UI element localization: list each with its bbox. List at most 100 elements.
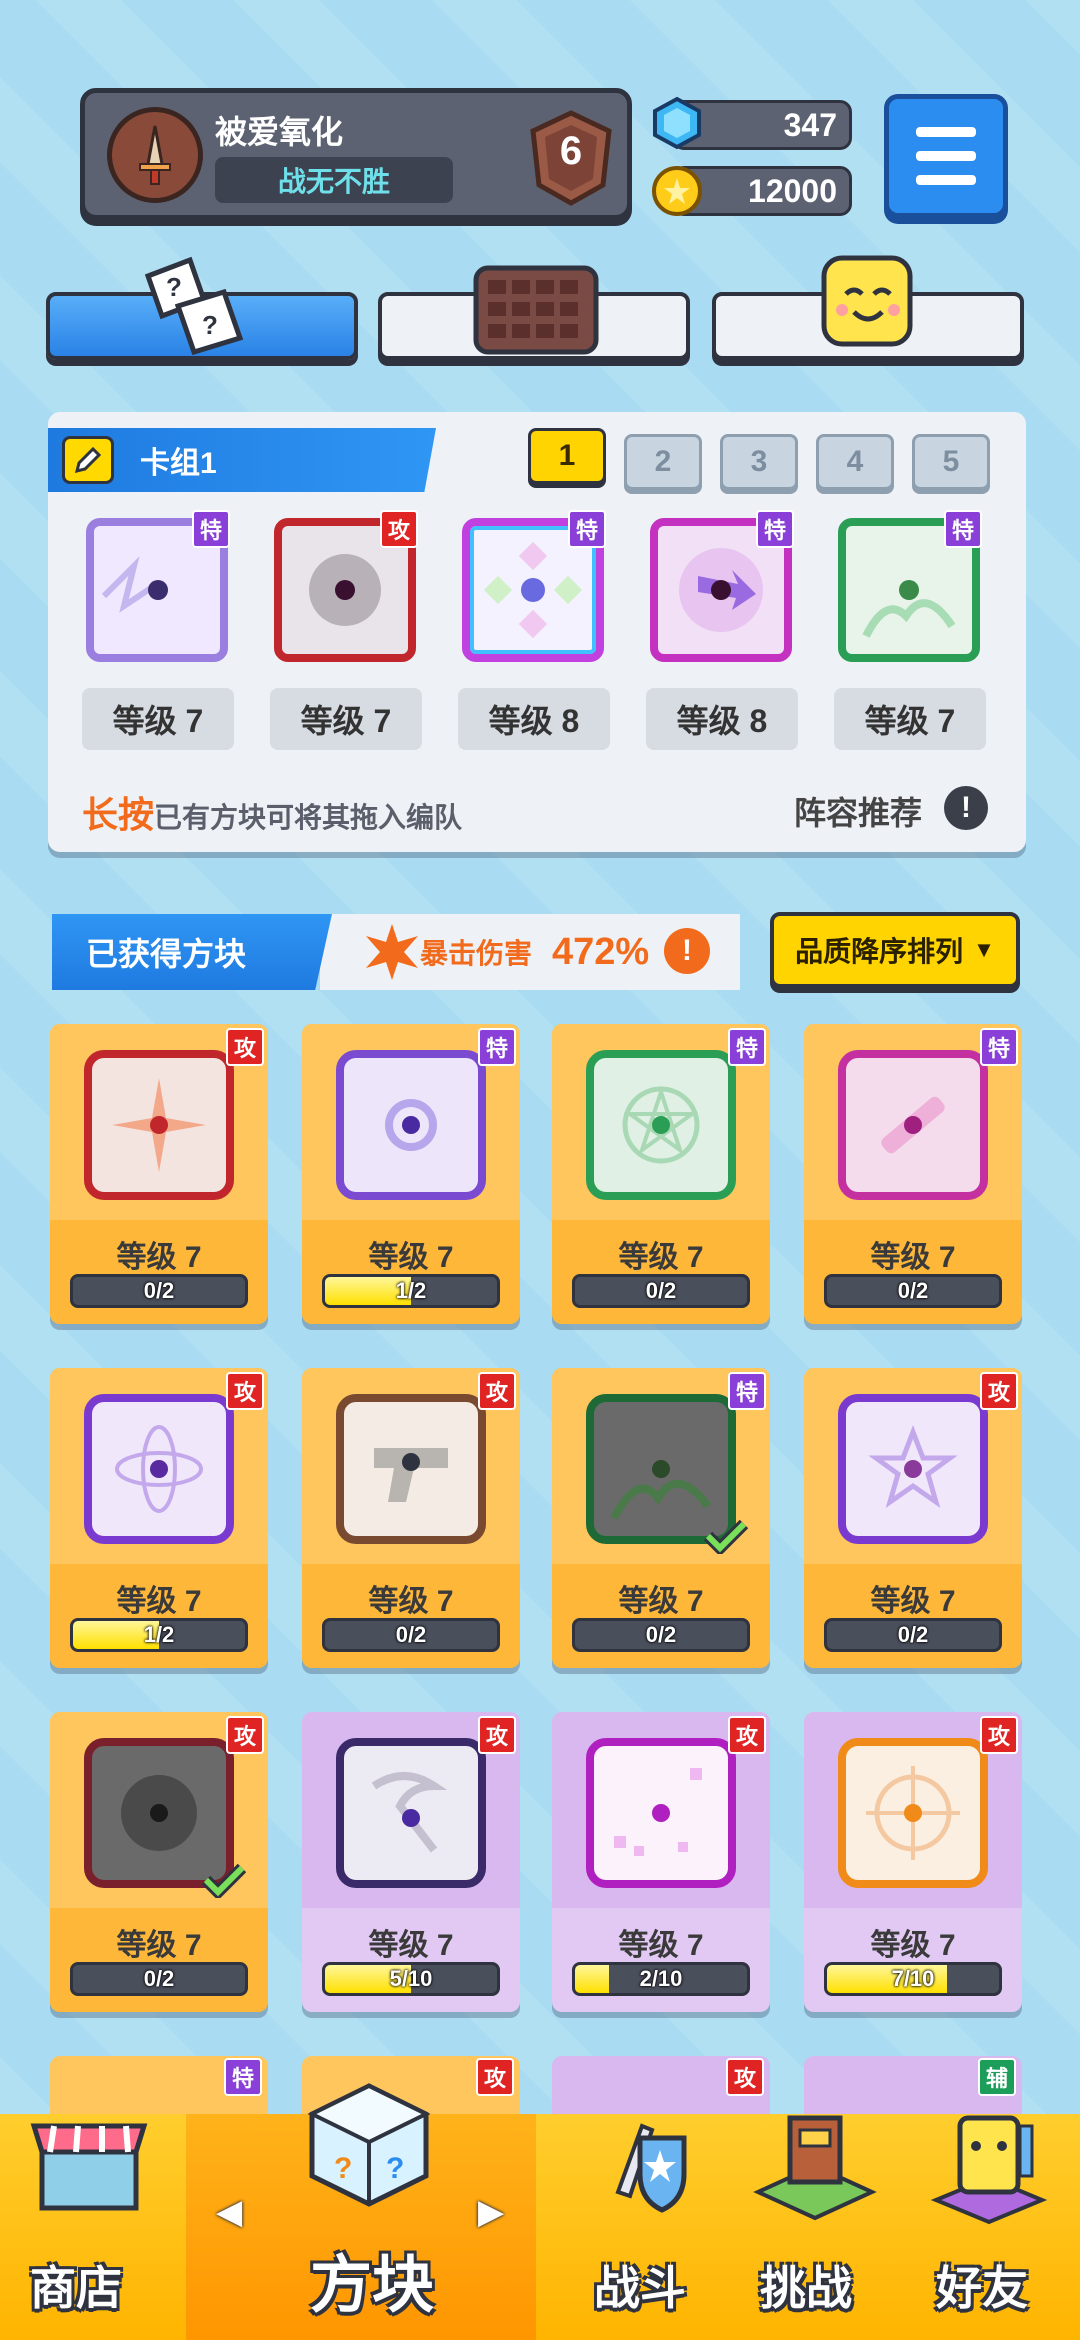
pixel-block-icon (586, 1738, 736, 1888)
attack-tag: 攻 (728, 1716, 766, 1754)
coin-icon (650, 164, 704, 218)
gem-amount: 347 (783, 106, 837, 143)
deck-tab-3[interactable]: 3 (720, 434, 798, 490)
chevron-down-icon: ▼ (973, 937, 995, 962)
nav-shop[interactable]: 商店 (0, 2114, 186, 2340)
progress-text: 1/2 (143, 1622, 175, 1647)
special-tag: 特 (980, 1028, 1018, 1066)
upgrade-progress-bar: 2/10 (572, 1962, 750, 1996)
coin-amount: 12000 (748, 172, 837, 209)
info-icon[interactable]: ! (944, 786, 988, 830)
sword-shield-icon (580, 2096, 710, 2226)
progress-text: 0/2 (143, 1966, 175, 1991)
grid-board-icon (472, 262, 599, 382)
attack-tag: 攻 (226, 1028, 264, 1066)
block-level: 等级 7 (870, 1585, 956, 1618)
attack-tag: 攻 (478, 1716, 516, 1754)
upgrade-progress-bar: 1/2 (322, 1274, 500, 1308)
lineup-recommend-link[interactable]: 阵容推荐 (794, 788, 922, 834)
attack-tag: 攻 (478, 1372, 516, 1410)
progress-text: 0/2 (143, 1278, 175, 1303)
nav-prev-arrow-icon[interactable]: ◀ (216, 2192, 242, 2232)
pentagram-block-icon (586, 1050, 736, 1200)
upgrade-progress-bar: 0/2 (824, 1274, 1002, 1308)
block-card[interactable]: 攻 等级 7 0/2 (302, 1368, 520, 1668)
ring-block-icon (336, 1050, 486, 1200)
nav-blocks-label: 方块 (310, 2251, 435, 2320)
block-card[interactable]: 攻 等级 7 0/2 (804, 1368, 1022, 1668)
deck-tab-2[interactable]: 2 (624, 434, 702, 490)
upgrade-progress-bar: 5/10 (322, 1962, 500, 1996)
progress-text: 0/2 (395, 1622, 427, 1647)
progress-text: 2/10 (639, 1966, 683, 1991)
progress-text: 0/2 (645, 1622, 677, 1647)
crit-value: 472% (552, 930, 650, 973)
block-card[interactable]: 攻 等级 7 0/2 (50, 1712, 268, 2012)
hint-key: 长按 (82, 794, 155, 835)
drag-hint: 长按已有方块可将其拖入编队 (82, 786, 462, 838)
block-card[interactable]: 攻 等级 7 2/10 (552, 1712, 770, 2012)
player-name: 被爱氧化 (215, 114, 344, 150)
player-title: 战无不胜 (215, 157, 453, 203)
upgrade-progress-bar: 0/2 (572, 1274, 750, 1308)
nav-friends[interactable]: 好友 (900, 2114, 1080, 2340)
progress-text: 5/10 (389, 1966, 433, 1991)
block-card[interactable]: 特 等级 7 0/2 (552, 1368, 770, 1668)
block-card[interactable]: 攻 等级 7 0/2 (50, 1024, 268, 1324)
svg-text:?: ? (166, 272, 182, 302)
player-profile-panel[interactable]: 被爱氧化 战无不胜 6 (80, 88, 632, 220)
block-level: 等级 7 (116, 1585, 202, 1618)
upgrade-progress-bar: 0/2 (572, 1618, 750, 1652)
progress-text: 7/10 (891, 1966, 935, 1991)
attack-tag: 攻 (226, 1716, 264, 1754)
special-tag: 特 (728, 1372, 766, 1410)
deck-tab-5[interactable]: 5 (912, 434, 990, 490)
nav-blocks[interactable]: ? ? ◀ ▶ 方块 (186, 2083, 536, 2340)
block-level: 等级 7 (368, 1929, 454, 1962)
svg-text:?: ? (334, 2152, 352, 2185)
friend-character-icon (924, 2096, 1054, 2226)
block-level: 等级 7 (870, 1929, 956, 1962)
svg-text:?: ? (386, 2152, 404, 2185)
upgrade-progress-bar: 0/2 (824, 1618, 1002, 1652)
sort-label: 品质降序排列 (795, 936, 964, 967)
special-tag: 特 (192, 510, 230, 548)
block-card[interactable]: 特 等级 7 0/2 (552, 1024, 770, 1324)
upgrade-progress-bar: 1/2 (70, 1618, 248, 1652)
block-level: 等级 7 (618, 1929, 704, 1962)
crit-info-icon[interactable]: ! (664, 928, 710, 974)
equipped-check-icon (201, 1862, 247, 1903)
sort-dropdown[interactable]: 品质降序排列 ▼ (770, 912, 1020, 988)
progress-text: 0/2 (897, 1278, 929, 1303)
svg-text:?: ? (202, 310, 218, 340)
deck-tab-1[interactable]: 1 (528, 428, 606, 484)
hint-text: 已有方块可将其拖入编队 (154, 802, 463, 833)
deck-card-4-level: 等级 8 (646, 688, 798, 750)
block-card[interactable]: 特 等级 7 0/2 (804, 1024, 1022, 1324)
shop-stall-icon (24, 2096, 154, 2226)
nav-challenge[interactable]: 挑战 (730, 2114, 890, 2340)
nav-battle[interactable]: 战斗 (566, 2114, 720, 2340)
gem-icon (650, 96, 704, 150)
main-menu-button[interactable] (884, 94, 1008, 218)
block-card[interactable]: 攻 等级 7 7/10 (804, 1712, 1022, 2012)
special-tag: 特 (756, 510, 794, 548)
block-level: 等级 7 (368, 1585, 454, 1618)
block-card[interactable]: 特 等级 7 1/2 (302, 1024, 520, 1324)
block-card[interactable]: 攻 等级 7 5/10 (302, 1712, 520, 2012)
nav-battle-label: 战斗 (594, 2262, 686, 2314)
block-level: 等级 7 (618, 1585, 704, 1618)
nav-next-arrow-icon[interactable]: ▶ (478, 2192, 504, 2232)
upgrade-progress-bar: 7/10 (824, 1962, 1002, 1996)
deck-card-3-level: 等级 8 (458, 688, 610, 750)
progress-text: 0/2 (645, 1278, 677, 1303)
deck-tab-4[interactable]: 4 (816, 434, 894, 490)
edit-deck-pencil-icon[interactable] (62, 436, 114, 484)
atom-block-icon (84, 1394, 234, 1544)
block-level: 等级 7 (368, 1241, 454, 1274)
deck-card-1-level: 等级 7 (82, 688, 234, 750)
block-card[interactable]: 攻 等级 7 1/2 (50, 1368, 268, 1668)
smiley-block-icon (818, 252, 938, 372)
castle-board-icon (750, 2096, 880, 2226)
attack-tag: 攻 (380, 510, 418, 548)
